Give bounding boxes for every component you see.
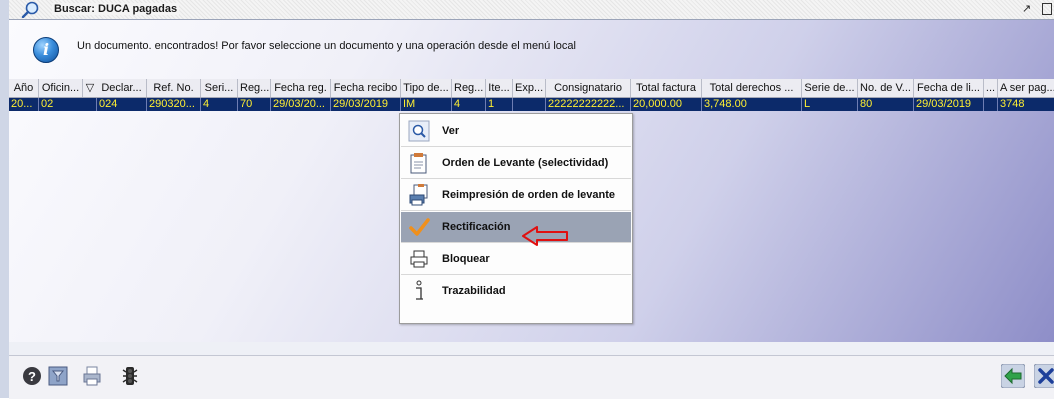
close-icon[interactable] <box>1034 364 1054 388</box>
table-cell: 4 <box>452 98 486 111</box>
message-bar: i Un documento. encontrados! Por favor s… <box>9 20 1054 72</box>
menu-item-label: Reimpresión de orden de levante <box>442 189 615 201</box>
column-header[interactable]: Reg... <box>238 79 271 97</box>
table-cell: 4 <box>201 98 238 111</box>
print-document-icon <box>409 184 428 206</box>
sort-indicator-icon[interactable]: ▽ <box>83 79 97 97</box>
column-header[interactable]: ... <box>984 79 998 97</box>
table-cell: 1 <box>486 98 513 111</box>
document-icon <box>410 153 427 174</box>
svg-text:?: ? <box>28 369 36 384</box>
menu-item-reimpresion[interactable]: Reimpresión de orden de levante <box>401 180 631 211</box>
column-header[interactable]: Reg... <box>452 79 486 97</box>
checkmark-icon <box>409 218 430 236</box>
table-cell: 3748 <box>1000 98 1025 110</box>
column-header[interactable]: Ite... <box>486 79 513 97</box>
left-border <box>0 0 9 398</box>
search-window: Buscar: DUCA pagadas ↗ i Un documento. e… <box>0 0 1054 399</box>
table-cell: 290320... <box>147 98 201 111</box>
column-header[interactable]: Total factura <box>631 79 702 97</box>
menu-item-label: Trazabilidad <box>442 285 506 297</box>
column-header[interactable]: Seri... <box>201 79 238 97</box>
menu-item-label: Rectificación <box>442 221 511 233</box>
column-header[interactable]: Total derechos ... <box>702 79 802 97</box>
table-cell: 80 <box>858 98 914 111</box>
window-title: Buscar: DUCA pagadas <box>52 3 180 15</box>
traffic-light-icon[interactable] <box>120 366 140 386</box>
title-bar: Buscar: DUCA pagadas ↗ <box>9 0 1054 20</box>
table-cell: IM <box>401 98 452 111</box>
magnifier-icon <box>408 120 430 142</box>
table-cell: 29/03/2019 <box>914 98 984 111</box>
column-header[interactable]: A ser pag... <box>998 79 1054 97</box>
annotation-arrow-icon <box>522 226 568 246</box>
info-icon: i <box>33 37 59 63</box>
table-cell: 02 <box>39 98 97 111</box>
column-header[interactable]: Oficin... <box>39 79 83 97</box>
filter-icon[interactable] <box>48 366 68 386</box>
column-header[interactable]: Consignatario <box>546 79 631 97</box>
column-header[interactable]: Fecha recibo <box>331 79 401 97</box>
table-cell <box>513 98 546 111</box>
column-header[interactable]: Declar... <box>97 79 147 97</box>
printer-icon <box>410 250 428 268</box>
trace-icon <box>416 280 423 300</box>
back-arrow-icon[interactable] <box>1001 364 1025 388</box>
table-cell: 20,000.00 <box>631 98 702 111</box>
table-cell: 29/03/20... <box>271 98 331 111</box>
column-header[interactable]: Ref. No. <box>147 79 201 97</box>
menu-item-label: Orden de Levante (selectividad) <box>442 157 609 169</box>
menu-item-ver[interactable]: Ver <box>401 116 631 147</box>
help-icon[interactable]: ? <box>22 366 42 386</box>
column-header[interactable]: Serie de... <box>802 79 858 97</box>
status-strip <box>9 342 1054 355</box>
table-cell: 3,748.00 <box>702 98 802 111</box>
column-header[interactable]: Exp... <box>513 79 546 97</box>
restore-icon[interactable]: ↗ <box>1022 2 1031 15</box>
table-header: Año Oficin... ▽ Declar... Ref. No. Seri.… <box>9 79 1054 98</box>
status-message: Un documento. encontrados! Por favor sel… <box>77 40 576 52</box>
column-header[interactable]: No. de V... <box>858 79 914 97</box>
close-icon[interactable] <box>1042 3 1052 15</box>
menu-item-label: Bloquear <box>442 253 490 265</box>
menu-item-orden-de-levante[interactable]: Orden de Levante (selectividad) <box>401 148 631 179</box>
table-cell: 29/03/2019 <box>331 98 401 111</box>
table-cell: L <box>802 98 858 111</box>
menu-item-bloquear[interactable]: Bloquear <box>401 244 631 275</box>
menu-item-trazabilidad[interactable]: Trazabilidad <box>401 276 631 307</box>
table-cell: 024 <box>97 98 147 111</box>
printer-icon[interactable] <box>82 366 102 386</box>
context-menu: Ver Orden de Levante (selectividad) Reim… <box>399 113 633 324</box>
menu-item-rectificacion[interactable]: Rectificación <box>401 212 631 243</box>
table-cell: 22222222222... <box>546 98 631 111</box>
column-header[interactable]: Fecha de li... <box>914 79 984 97</box>
bottom-toolbar: ? <box>9 355 1054 399</box>
column-header[interactable]: Año <box>9 79 39 97</box>
search-icon <box>21 1 39 18</box>
menu-item-label: Ver <box>442 125 460 137</box>
table-cell <box>984 98 998 111</box>
column-header[interactable]: Tipo de... <box>401 79 452 97</box>
table-cell: 70 <box>238 98 271 111</box>
table-row[interactable]: 20... 02 024 290320... 4 70 29/03/20... … <box>9 98 1054 111</box>
table-cell: 20... <box>9 98 39 111</box>
column-header[interactable]: Fecha reg. <box>271 79 331 97</box>
